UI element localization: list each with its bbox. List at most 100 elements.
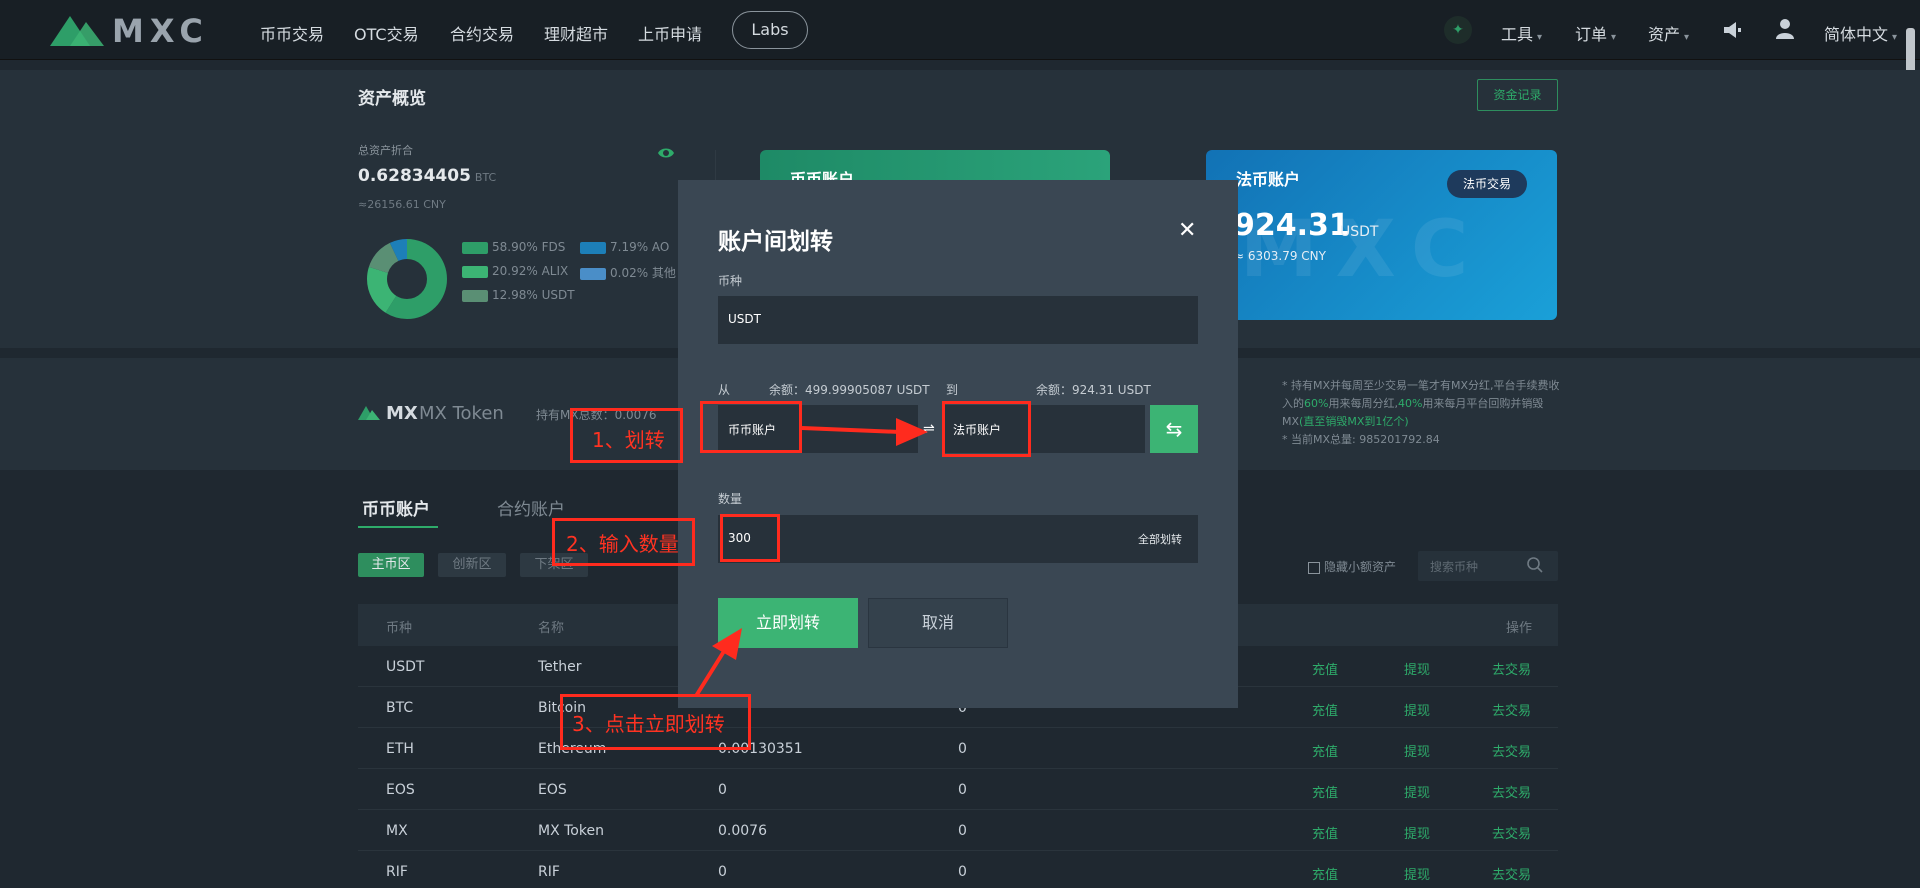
withdraw-link[interactable]: 提现 [1404,823,1430,842]
legend-label: 58.90% FDS [492,240,566,254]
deposit-link[interactable]: 充值 [1312,864,1338,883]
deposit-link[interactable]: 充值 [1312,659,1338,678]
hide-small-assets[interactable]: 隐藏小额资产 [1308,558,1396,575]
to-balance: 余额：924.31 USDT [1036,383,1151,397]
withdraw-link[interactable]: 提现 [1404,782,1430,801]
annotation-box-amount [720,514,780,562]
hide-small-checkbox[interactable] [1308,561,1320,574]
asset-donut-chart [367,239,447,319]
legend-label: 7.19% AO [610,240,670,254]
nav-spot-trading[interactable]: 币币交易 [260,21,324,45]
note-percent: 40% [1397,397,1423,410]
legend-swatch [580,267,606,280]
total-assets-number: 0.62834405 [358,166,471,186]
mx-dividend-note: * 持有MX并每周至少交易一笔才有MX分红,平台手续费收入的60%用来每周分红,… [1282,377,1560,449]
search-icon[interactable] [1526,556,1544,574]
nav-finance[interactable]: 理财超市 [544,21,608,45]
nav-tools-menu[interactable]: 工具 ▾ [1501,21,1542,45]
annotation-step3: 3、点击立即划转 [572,712,725,736]
chevron-down-icon: ▾ [1611,32,1617,43]
deposit-link[interactable]: 充值 [1312,782,1338,801]
withdraw-link[interactable]: 提现 [1404,659,1430,678]
labs-button[interactable]: Labs [732,11,808,49]
tab-underline [358,526,438,528]
coin-select[interactable] [718,296,1198,344]
nav-assets-menu[interactable]: 资产 ▾ [1648,21,1689,45]
withdraw-link[interactable]: 提现 [1404,741,1430,760]
amount-input[interactable] [718,515,1198,563]
swap-accounts-button[interactable]: ⇆ [1150,405,1198,453]
deposit-link[interactable]: 充值 [1312,823,1338,842]
announcement-icon[interactable] [1722,20,1744,40]
chip-main-zone[interactable]: 主币区 [358,553,424,577]
language-selector[interactable]: 简体中文 ▾ [1824,21,1897,45]
annotation-step2: 2、输入数量 [566,532,679,556]
col-name: 名称 [538,621,565,636]
cell-frozen: 0 [958,823,967,839]
fiat-trade-button[interactable]: 法币交易 [1447,170,1527,198]
deposit-link[interactable]: 充值 [1312,741,1338,760]
nav-listing-apply[interactable]: 上币申请 [638,21,702,45]
deposit-link[interactable]: 充值 [1312,700,1338,719]
mx-name: MX Token [419,403,504,424]
legend-label: 20.92% ALIX [492,264,569,278]
cancel-button[interactable]: 取消 [868,598,1008,648]
transfer-all-button[interactable]: 全部划转 [1138,531,1182,547]
trade-link[interactable]: 去交易 [1492,741,1531,760]
withdraw-link[interactable]: 提现 [1404,700,1430,719]
cell-symbol: BTC [386,700,414,716]
legend-swatch [462,265,488,278]
chevron-down-icon: ▾ [1684,32,1690,43]
legend-swatch [462,241,488,254]
chevron-down-icon: ▾ [1537,32,1543,43]
coin-select-value: USDT [728,312,761,326]
logo-text: MXC [112,12,209,50]
trade-link[interactable]: 去交易 [1492,659,1531,678]
nav-orders-menu[interactable]: 订单 ▾ [1575,21,1616,45]
trade-link[interactable]: 去交易 [1492,864,1531,883]
nav-contract-trading[interactable]: 合约交易 [450,21,514,45]
note-link[interactable]: (直至销毁MX到1亿个) [1299,415,1409,428]
cell-available: 0 [718,864,727,880]
hide-small-label: 隐藏小额资产 [1324,560,1397,574]
legend-item: 58.90% FDS [462,240,565,256]
tab-coin-account[interactable]: 币币账户 [362,495,430,520]
user-icon[interactable] [1775,18,1795,40]
chip-innovation-zone[interactable]: 创新区 [438,553,506,577]
table-row: RIF RIF 0 0 充值 提现 去交易 [358,851,1558,888]
fund-record-button[interactable]: 资金记录 [1477,79,1558,111]
fiat-balance-value: 924.31 [1234,208,1350,243]
legend-swatch [580,241,606,254]
cell-symbol: RIF [386,864,408,880]
from-label: 从 [718,383,731,397]
note-total: * 当前MX总量: 985201792.84 [1282,433,1440,446]
close-icon[interactable]: ✕ [1178,218,1196,243]
cell-symbol: EOS [386,782,415,798]
col-actions: 操作 [1506,621,1533,636]
trade-link[interactable]: 去交易 [1492,782,1531,801]
modal-title: 账户间划转 [718,229,833,255]
total-assets-cny: ≈26156.61 CNY [358,198,446,211]
trade-link[interactable]: 去交易 [1492,823,1531,842]
chevron-down-icon: ▾ [1892,32,1898,43]
trade-link[interactable]: 去交易 [1492,700,1531,719]
cell-symbol: MX [386,823,408,839]
legend-item: 7.19% AO [580,240,669,256]
withdraw-link[interactable]: 提现 [1404,864,1430,883]
nav-tools-label: 工具 [1501,25,1534,44]
fiat-account-card-title: 法币账户 [1236,170,1301,189]
note-percent: 60% [1304,397,1329,410]
eye-icon[interactable] [657,144,675,162]
lightbulb-icon[interactable]: ✦ [1444,16,1472,44]
cell-name: EOS [538,782,567,798]
cell-available: 0.0076 [718,823,767,839]
nav-otc-trading[interactable]: OTC交易 [354,21,419,45]
annotation-box-from [700,401,802,453]
total-assets-value: 0.62834405 BTC [358,166,496,186]
cell-name: MX Token [538,823,604,839]
col-coin: 币种 [386,621,413,636]
tab-contract-account[interactable]: 合约账户 [497,495,565,520]
total-assets-label: 总资产折合 [358,144,413,157]
table-row: EOS EOS 0 0 充值 提现 去交易 [358,769,1558,810]
mx-logo-icon [358,406,380,420]
